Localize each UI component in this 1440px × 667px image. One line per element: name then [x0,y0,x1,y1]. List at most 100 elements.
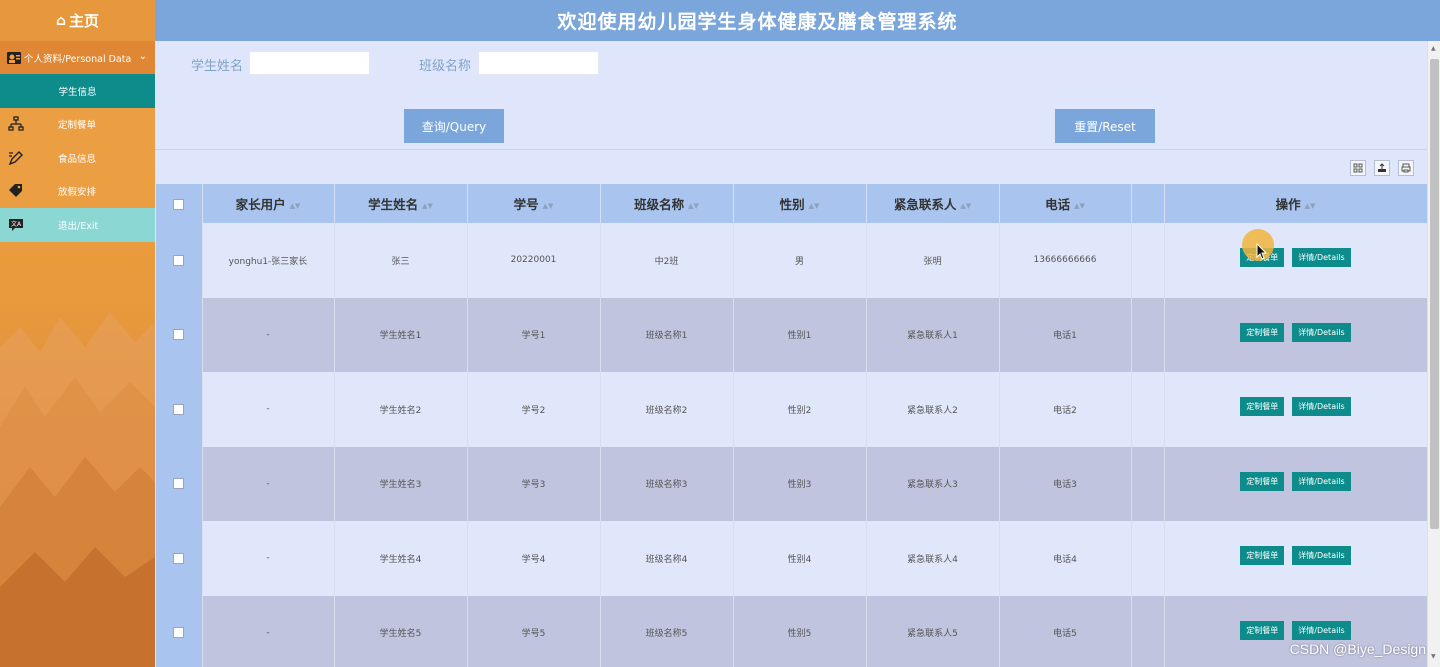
cell-parent-user: - [202,297,335,372]
student-table: 家长用户 ▲▼ 学生姓名 ▲▼ 学号 ▲▼ 班级名称 ▲▼ 性别 ▲▼ 紧急联系人 ▲▼ 电… [156,184,1428,667]
cell-parent-user: - [202,521,335,596]
sidebar-item-label: 食品信息 [58,153,97,165]
tags-icon [7,182,25,200]
custom-menu-button[interactable]: 定制餐单 [1240,546,1285,566]
column-header-emergency-contact[interactable]: 紧急联系人 ▲▼ [866,184,1000,223]
row-checkbox[interactable] [173,478,185,490]
sort-icon: ▲▼ [1304,201,1316,210]
column-header-parent-user[interactable]: 家长用户 ▲▼ [202,184,335,223]
select-all-checkbox[interactable] [173,199,185,210]
cell-phone: 电话4 [999,521,1132,596]
cell-student-name: 张三 [334,223,468,298]
sidebar-home[interactable]: ⌂ 主页 [0,0,155,41]
scroll-up-icon[interactable]: ▲ [1431,45,1436,52]
custom-menu-button[interactable]: 定制餐单 [1240,471,1285,491]
row-checkbox[interactable] [173,552,185,564]
column-header-gender[interactable]: 性别 ▲▼ [733,184,867,223]
sort-icon: ▲▼ [422,201,433,210]
row-select-cell [156,446,203,521]
cell-class-name: 班级名称3 [600,446,734,521]
column-header-student-id[interactable]: 学号 ▲▼ [467,184,601,223]
sidebar-section-personal-data[interactable]: 个人资料/Personal Data ⌄ [0,41,155,74]
sitemap-icon [7,115,25,133]
row-checkbox[interactable] [173,403,185,415]
table-row: yonghu1-张三家长张三20220001中2班男张明13666666666 定… [156,223,1428,298]
details-button[interactable]: 详情/Details [1292,546,1351,566]
details-button[interactable]: 详情/Details [1292,322,1351,342]
details-button[interactable]: 详情/Details [1292,397,1351,417]
cell-actions: 定制餐单详情/Details [1164,446,1428,521]
table-row: - 学生姓名1 学号1 班级名称1 性别1 紧急联系人1 电话1 定制餐单 详情/Details [156,297,1428,372]
column-header-student-name[interactable]: 学生姓名 ▲▼ [334,184,468,223]
custom-menu-button[interactable]: 定制餐单 [1240,397,1285,417]
column-header-phone[interactable]: 电话 ▲▼ [999,184,1132,223]
sidebar-item-custom-menu[interactable]: 定制餐单 [0,107,155,141]
row-select-cell [156,297,203,372]
grid-view-icon[interactable] [1350,160,1366,176]
row-checkbox[interactable] [173,254,185,266]
cell-actions: 定制餐单详情/Details [1164,297,1428,372]
page-title: 欢迎使用幼儿园学生身体健康及膳食管理系统 [557,11,958,33]
row-select-cell [156,223,203,298]
details-button[interactable]: 详情/Details [1292,248,1351,268]
custom-menu-button[interactable]: 定制餐单 [1240,322,1285,342]
column-header-actions: 操作 ▲▼ [1164,184,1428,223]
search-panel: 学生姓名 班级名称 查询/Query 重置/Reset [155,41,1427,150]
cell-emergency-contact: 紧急联系人3 [866,446,1000,521]
student-name-input[interactable] [249,51,370,75]
cell-emergency-contact: 紧急联系人5 [866,595,1000,667]
row-checkbox[interactable] [173,627,185,639]
sidebar: ⌂ 主页 个人资料/Personal Data ⌄ 学生信息 定制餐单 食品信息 [0,0,155,667]
page-scrollbar[interactable]: ▲ ▼ [1427,41,1440,667]
cell-gender: 性别4 [733,521,867,596]
scroll-thumb[interactable] [1430,59,1439,529]
cell-class-name: 班级名称2 [600,372,734,447]
cell-actions: 定制餐单详情/Details [1164,372,1428,447]
reset-button[interactable]: 重置/Reset [1055,109,1155,143]
row-select-cell [156,521,203,596]
table-header-row: 家长用户 ▲▼ 学生姓名 ▲▼ 学号 ▲▼ 班级名称 ▲▼ 性别 ▲▼ 紧急联系人 ▲▼ 电… [156,184,1428,223]
table-row: - 学生姓名5 学号5 班级名称5 性别5 紧急联系人5 电话5 定制餐单 详情/Details [156,595,1428,667]
sidebar-item-food-info[interactable]: 食品信息 [0,141,155,175]
row-checkbox[interactable] [173,329,185,341]
sidebar-item-label: 放假安排 [58,187,97,199]
row-select-cell [156,595,203,667]
print-icon[interactable] [1398,160,1414,176]
chevron-down-icon: ⌄ [138,51,147,62]
export-icon[interactable] [1374,160,1390,176]
sort-icon: ▲▼ [808,201,820,210]
query-button[interactable]: 查询/Query [404,109,504,143]
cell-student-id: 学号4 [467,521,601,596]
cell-phone: 电话5 [999,595,1132,667]
details-button[interactable]: 详情/Details [1292,471,1351,491]
cell-student-name: 学生姓名5 [334,595,468,667]
table-row: - 学生姓名4 学号4 班级名称4 性别4 紧急联系人4 电话4 定制餐单 详情/Details [156,521,1428,596]
cell-blank [1131,595,1165,667]
cell-parent-user: yonghu1-张三家长 [202,223,335,298]
svg-text:文A: 文A [11,220,22,228]
cell-student-name: 学生姓名2 [334,372,468,447]
sidebar-section-label: 个人资料/Personal Data [24,53,132,65]
cell-phone: 电话1 [999,297,1132,372]
sidebar-item-label: 学生信息 [58,86,97,98]
cell-phone: 电话3 [999,446,1132,521]
cell-actions: 定制餐单详情/Details [1164,521,1428,596]
custom-menu-button[interactable]: 定制餐单 [1240,620,1285,640]
sort-icon: ▲▼ [542,201,554,210]
column-header-class-name[interactable]: 班级名称 ▲▼ [600,184,734,223]
cell-blank [1131,297,1165,372]
scroll-down-icon[interactable]: ▼ [1431,653,1436,660]
cell-parent-user: - [202,372,335,447]
cell-student-name: 学生姓名3 [334,446,468,521]
sidebar-item-student-info[interactable]: 学生信息 [0,74,155,108]
cell-student-id: 学号5 [467,595,601,667]
sidebar-item-label: 定制餐单 [58,120,97,132]
cell-class-name: 班级名称4 [600,521,734,596]
cell-class-name: 中2班 [600,223,734,298]
class-name-input[interactable] [478,51,599,75]
sidebar-item-holiday[interactable]: 放假安排 [0,174,155,208]
sidebar-item-exit[interactable]: 文A 退出/Exit [0,208,155,242]
details-button[interactable]: 详情/Details [1292,620,1351,640]
sort-icon: ▲▼ [688,201,699,210]
cell-phone: 13666666666 [999,223,1132,298]
